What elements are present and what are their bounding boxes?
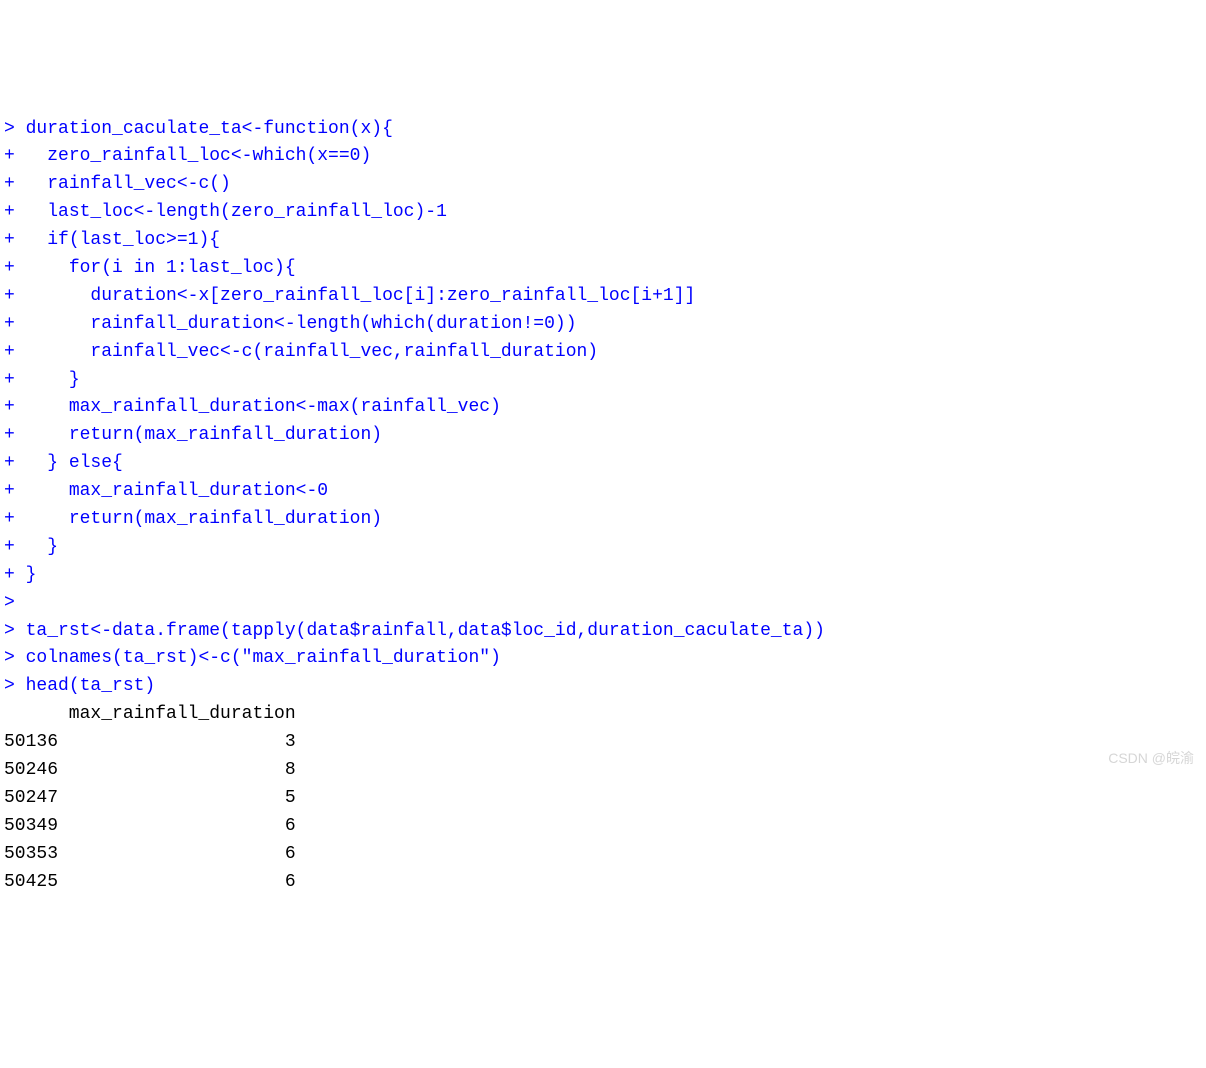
console-line: max_rainfall_duration: [4, 701, 1202, 729]
prompt-symbol: +: [4, 565, 26, 585]
code-text: for(i in 1:last_loc){: [26, 258, 296, 278]
prompt-symbol: +: [4, 370, 26, 390]
console-line: + zero_rainfall_loc<-which(x==0): [4, 143, 1202, 171]
code-text: last_loc<-length(zero_rainfall_loc)-1: [26, 202, 447, 222]
console-line: 50425 6: [4, 869, 1202, 897]
prompt-symbol: +: [4, 258, 26, 278]
console-line: + max_rainfall_duration<-0: [4, 478, 1202, 506]
console-line: + } else{: [4, 450, 1202, 478]
prompt-symbol: >: [4, 676, 26, 696]
prompt-symbol: +: [4, 230, 26, 250]
code-text: rainfall_vec<-c(rainfall_vec,rainfall_du…: [26, 342, 599, 362]
output-text: 50425 6: [4, 872, 296, 892]
prompt-symbol: +: [4, 453, 26, 473]
code-text: max_rainfall_duration<-max(rainfall_vec): [26, 397, 501, 417]
prompt-symbol: >: [4, 593, 26, 613]
console-line: > ta_rst<-data.frame(tapply(data$rainfal…: [4, 618, 1202, 646]
console-line: + max_rainfall_duration<-max(rainfall_ve…: [4, 394, 1202, 422]
code-text: return(max_rainfall_duration): [26, 425, 382, 445]
prompt-symbol: +: [4, 481, 26, 501]
console-line: + rainfall_vec<-c(): [4, 171, 1202, 199]
console-line: + duration<-x[zero_rainfall_loc[i]:zero_…: [4, 283, 1202, 311]
prompt-symbol: +: [4, 314, 26, 334]
console-line: > head(ta_rst): [4, 673, 1202, 701]
r-console[interactable]: > duration_caculate_ta<-function(x){+ ze…: [4, 116, 1202, 897]
output-text: 50136 3: [4, 732, 296, 752]
console-line: + last_loc<-length(zero_rainfall_loc)-1: [4, 199, 1202, 227]
prompt-symbol: +: [4, 342, 26, 362]
prompt-symbol: >: [4, 119, 26, 139]
console-line: 50349 6: [4, 813, 1202, 841]
code-text: colnames(ta_rst)<-c("max_rainfall_durati…: [26, 648, 501, 668]
output-text: 50246 8: [4, 760, 296, 780]
console-line: 50353 6: [4, 841, 1202, 869]
console-line: > duration_caculate_ta<-function(x){: [4, 116, 1202, 144]
console-line: + rainfall_duration<-length(which(durati…: [4, 311, 1202, 339]
output-text: 50349 6: [4, 816, 296, 836]
prompt-symbol: +: [4, 509, 26, 529]
prompt-symbol: >: [4, 621, 26, 641]
console-line: + rainfall_vec<-c(rainfall_vec,rainfall_…: [4, 339, 1202, 367]
console-line: 50247 5: [4, 785, 1202, 813]
code-text: head(ta_rst): [26, 676, 156, 696]
console-line: 50136 3: [4, 729, 1202, 757]
prompt-symbol: +: [4, 174, 26, 194]
code-text: rainfall_vec<-c(): [26, 174, 231, 194]
console-line: + }: [4, 534, 1202, 562]
code-text: }: [26, 537, 58, 557]
console-line: > colnames(ta_rst)<-c("max_rainfall_dura…: [4, 645, 1202, 673]
code-text: max_rainfall_duration<-0: [26, 481, 328, 501]
console-line: >: [4, 590, 1202, 618]
code-text: if(last_loc>=1){: [26, 230, 220, 250]
prompt-symbol: +: [4, 425, 26, 445]
console-line: + return(max_rainfall_duration): [4, 506, 1202, 534]
prompt-symbol: >: [4, 648, 26, 668]
console-line: + if(last_loc>=1){: [4, 227, 1202, 255]
console-line: + }: [4, 562, 1202, 590]
code-text: zero_rainfall_loc<-which(x==0): [26, 146, 372, 166]
console-line: 50246 8: [4, 757, 1202, 785]
output-text: max_rainfall_duration: [4, 704, 296, 724]
prompt-symbol: +: [4, 202, 26, 222]
code-text: ta_rst<-data.frame(tapply(data$rainfall,…: [26, 621, 825, 641]
code-text: return(max_rainfall_duration): [26, 509, 382, 529]
prompt-symbol: +: [4, 146, 26, 166]
console-line: + }: [4, 367, 1202, 395]
code-text: rainfall_duration<-length(which(duration…: [26, 314, 577, 334]
prompt-symbol: +: [4, 286, 26, 306]
code-text: }: [26, 565, 37, 585]
prompt-symbol: +: [4, 537, 26, 557]
code-text: duration<-x[zero_rainfall_loc[i]:zero_ra…: [26, 286, 696, 306]
console-line: + return(max_rainfall_duration): [4, 422, 1202, 450]
output-text: 50247 5: [4, 788, 296, 808]
output-text: 50353 6: [4, 844, 296, 864]
code-text: }: [26, 370, 80, 390]
console-line: + for(i in 1:last_loc){: [4, 255, 1202, 283]
code-text: } else{: [26, 453, 123, 473]
code-text: duration_caculate_ta<-function(x){: [26, 119, 393, 139]
prompt-symbol: +: [4, 397, 26, 417]
